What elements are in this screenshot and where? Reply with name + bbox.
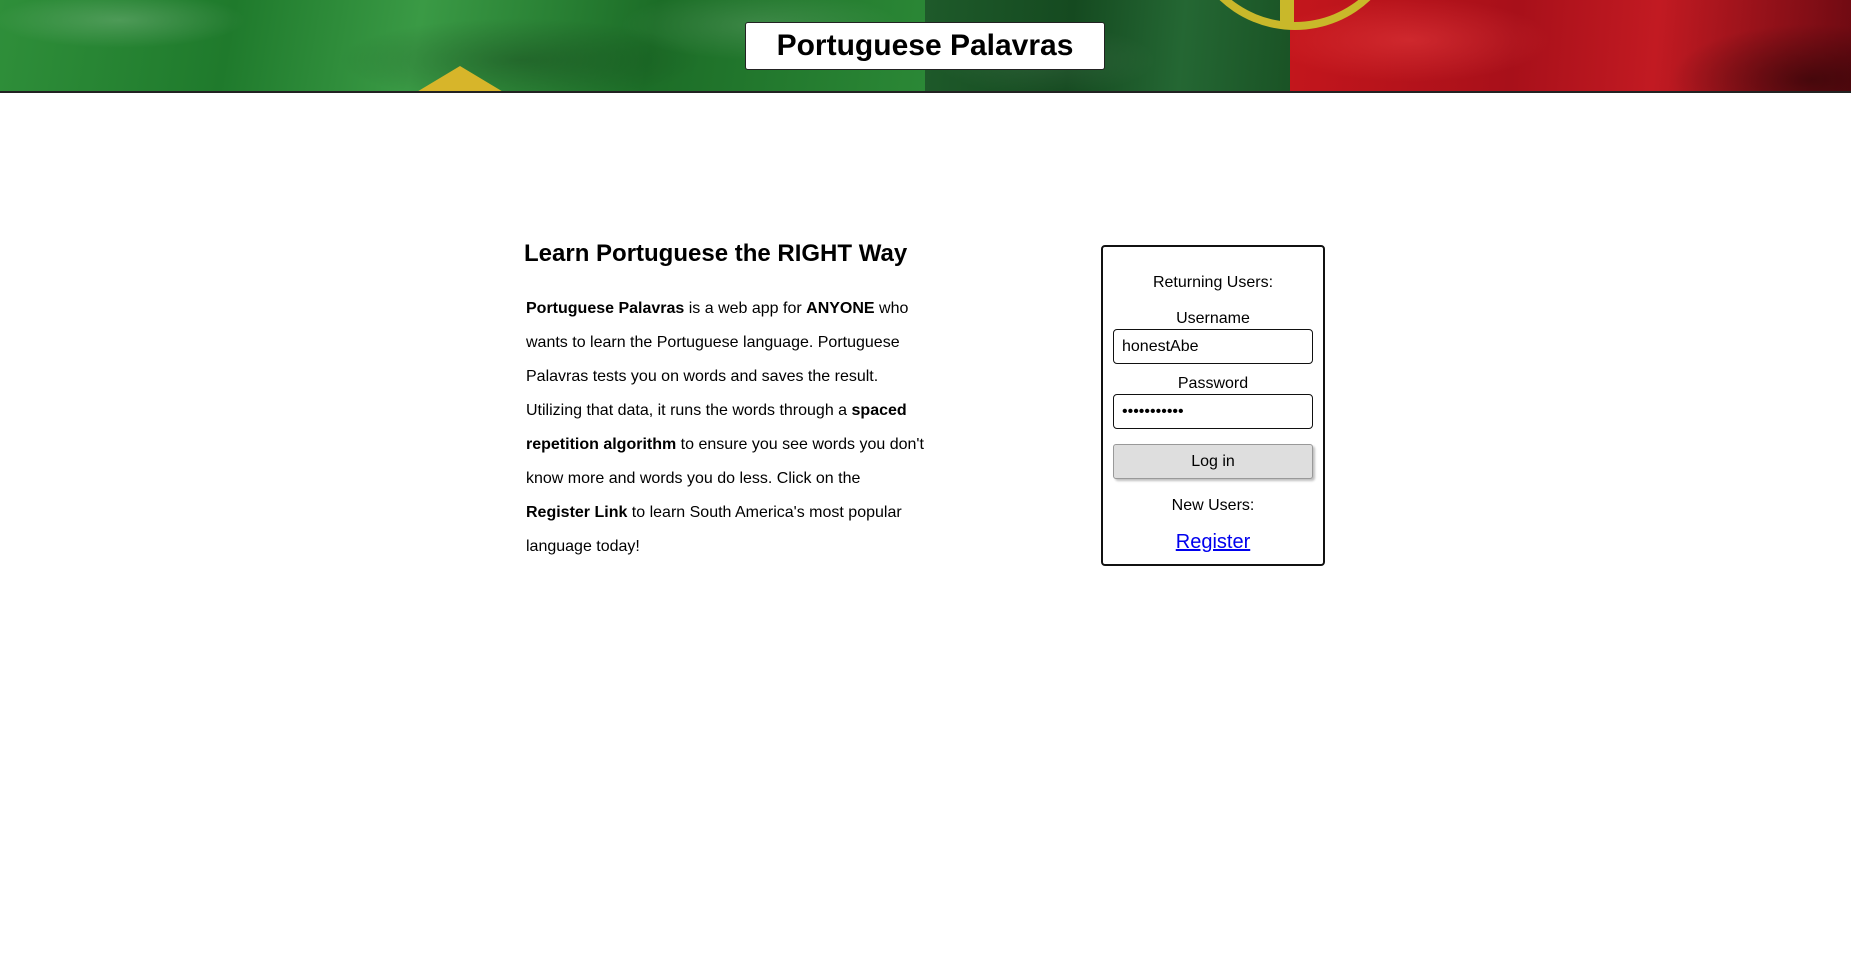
intro-text-1: is a web app for: [684, 300, 807, 317]
returning-users-label: Returning Users:: [1152, 274, 1274, 291]
intro-section: Learn Portuguese the RIGHT Way Portugues…: [524, 236, 924, 564]
intro-heading: Learn Portuguese the RIGHT Way: [524, 240, 908, 267]
intro-paragraph: Portuguese Palavras is a web app for ANY…: [524, 292, 924, 564]
armillary-sphere-bar: [1280, 0, 1294, 24]
brazil-flag-diamond: [410, 66, 510, 91]
username-label: Username: [1176, 310, 1250, 327]
username-input[interactable]: [1113, 329, 1313, 364]
app-name-bold: Portuguese Palavras: [526, 300, 685, 317]
header-banner: Portuguese Palavras: [0, 0, 1851, 93]
password-input[interactable]: [1113, 394, 1313, 429]
register-link[interactable]: Register: [1176, 531, 1250, 554]
portugal-flag-red: [1290, 0, 1851, 91]
new-users-label: New Users:: [1171, 497, 1255, 514]
login-panel: Returning Users: Username Password Log i…: [1101, 245, 1325, 566]
password-label: Password: [1177, 375, 1249, 392]
register-link-bold: Register Link: [526, 504, 628, 521]
site-title: Portuguese Palavras: [745, 22, 1105, 70]
login-button[interactable]: Log in: [1113, 444, 1313, 479]
anyone-bold: ANYONE: [806, 300, 875, 317]
